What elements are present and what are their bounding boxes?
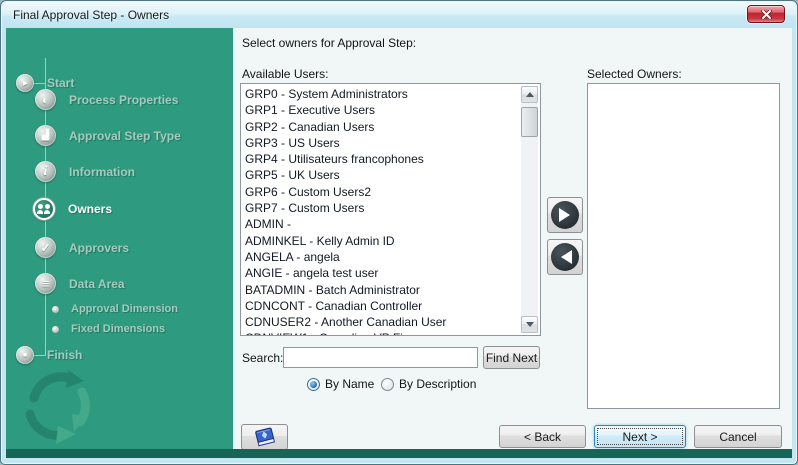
approval-step-type-icon	[35, 125, 56, 146]
sidebar-step-approvers: Approvers	[35, 237, 129, 258]
next-button[interactable]: Next >	[594, 425, 686, 448]
available-users-listbox[interactable]: GRP0 - System AdministratorsGRP1 - Execu…	[240, 83, 541, 336]
list-item[interactable]: GRP7 - Custom Users	[242, 200, 520, 216]
available-users-list[interactable]: GRP0 - System AdministratorsGRP1 - Execu…	[242, 86, 520, 335]
start-icon	[16, 74, 34, 92]
arrow-right-icon	[551, 201, 579, 229]
back-button[interactable]: < Back	[499, 425, 586, 448]
list-item[interactable]: ANGIE - angela test user	[242, 265, 520, 281]
selected-owners-listbox[interactable]	[587, 83, 780, 409]
approvers-icon	[35, 237, 56, 258]
bullet-icon	[52, 326, 59, 333]
step-label: Data Area	[69, 277, 125, 291]
step-label: Finish	[47, 348, 82, 362]
information-icon	[35, 161, 56, 182]
available-users-label: Available Users:	[242, 67, 328, 81]
find-next-button[interactable]: Find Next	[483, 346, 540, 369]
move-left-button[interactable]	[547, 239, 583, 275]
window-title: Final Approval Step - Owners	[13, 8, 169, 22]
help-book-icon	[252, 427, 278, 448]
scroll-down-icon[interactable]	[521, 316, 538, 333]
radio-label: By Name	[325, 377, 374, 391]
radio-by-description[interactable]: By Description	[381, 377, 476, 391]
bullet-icon	[52, 306, 59, 313]
cancel-button[interactable]: Cancel	[694, 425, 782, 448]
step-label: Owners	[68, 202, 112, 216]
bottom-accent-strip	[6, 449, 792, 458]
swirl-logo-icon	[14, 364, 106, 448]
step-label: Fixed Dimensions	[71, 323, 165, 335]
step-label: Approval Dimension	[71, 303, 178, 315]
search-input[interactable]	[283, 347, 478, 368]
list-item[interactable]: ANGELA - angela	[242, 249, 520, 265]
list-item[interactable]: CDNUSER2 - Another Canadian User	[242, 314, 520, 330]
close-icon	[761, 10, 772, 19]
sidebar-step-finish: Finish	[16, 346, 82, 364]
close-button[interactable]	[747, 5, 785, 23]
process-properties-icon	[35, 89, 56, 110]
scroll-up-icon[interactable]	[521, 86, 538, 103]
scrollbar[interactable]	[521, 86, 538, 333]
list-item[interactable]: GRP5 - UK Users	[242, 167, 520, 183]
arrow-left-icon	[551, 243, 579, 271]
sidebar-step-approval-step-type: Approval Step Type	[35, 125, 181, 146]
sidebar-step-fixed-dimensions: Fixed Dimensions	[52, 323, 165, 335]
radio-selected-icon	[307, 378, 320, 391]
sidebar-step-data-area: Data Area	[35, 273, 125, 294]
owners-icon	[33, 198, 55, 220]
sidebar-step-process-properties: Process Properties	[35, 89, 178, 110]
list-item[interactable]: ADMINKEL - Kelly Admin ID	[242, 233, 520, 249]
page-instruction: Select owners for Approval Step:	[242, 36, 416, 50]
sidebar-step-owners-active: Owners	[33, 198, 112, 220]
list-item[interactable]: GRP1 - Executive Users	[242, 102, 520, 118]
radio-unselected-icon	[381, 378, 394, 391]
scrollbar-thumb[interactable]	[521, 107, 538, 137]
step-label: Start	[47, 76, 74, 90]
list-item[interactable]: ADMIN -	[242, 216, 520, 232]
list-item[interactable]: CDNVIEW1 - Canadian VP Fin	[242, 330, 520, 335]
wizard-dialog: Final Approval Step - Owners Start Proce…	[0, 0, 798, 465]
finish-icon	[16, 346, 34, 364]
list-item[interactable]: GRP4 - Utilisateurs francophones	[242, 151, 520, 167]
list-item[interactable]: GRP2 - Canadian Users	[242, 119, 520, 135]
list-item[interactable]: GRP0 - System Administrators	[242, 86, 520, 102]
radio-by-name[interactable]: By Name	[307, 377, 374, 391]
step-label: Approvers	[69, 241, 129, 255]
selected-owners-list[interactable]	[589, 86, 778, 408]
step-label: Information	[69, 165, 135, 179]
list-item[interactable]: GRP6 - Custom Users2	[242, 184, 520, 200]
title-bar[interactable]: Final Approval Step - Owners	[2, 2, 796, 28]
sidebar-step-approval-dimension: Approval Dimension	[52, 303, 178, 315]
sidebar-step-information: Information	[35, 161, 135, 182]
search-label: Search:	[242, 351, 283, 365]
list-item[interactable]: CDNCONT - Canadian Controller	[242, 298, 520, 314]
list-item[interactable]: BATADMIN - Batch Administrator	[242, 282, 520, 298]
people-glyph	[37, 204, 51, 214]
selected-owners-label: Selected Owners:	[587, 67, 682, 81]
radio-label: By Description	[399, 377, 476, 391]
data-area-icon	[35, 273, 56, 294]
step-label: Process Properties	[69, 93, 178, 107]
step-label: Approval Step Type	[69, 129, 181, 143]
wizard-content: Select owners for Approval Step: Availab…	[233, 28, 792, 449]
help-button[interactable]	[241, 424, 288, 450]
list-item[interactable]: GRP3 - US Users	[242, 135, 520, 151]
wizard-steps-sidebar: Start Process Properties Approval Step T…	[6, 28, 233, 449]
move-right-button[interactable]	[547, 197, 583, 233]
